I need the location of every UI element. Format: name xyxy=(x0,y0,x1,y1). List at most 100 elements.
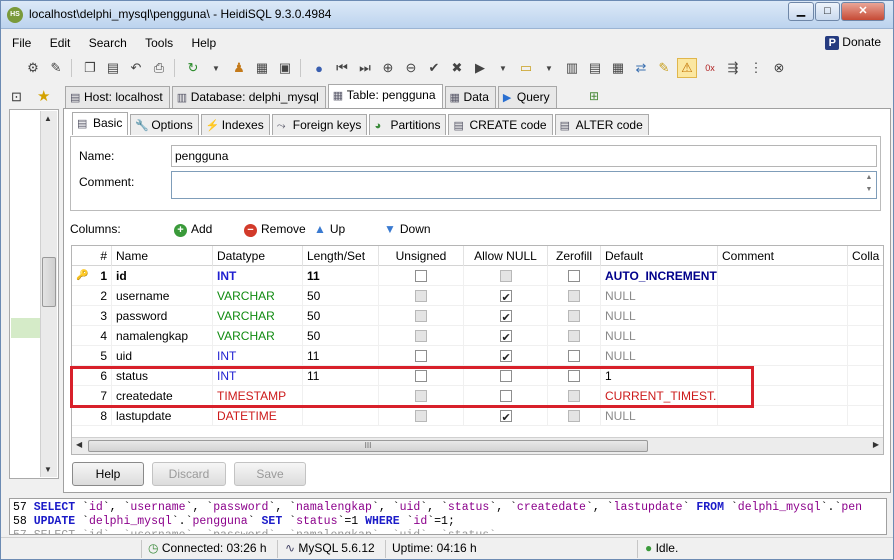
add-column-button[interactable]: + Add xyxy=(174,222,212,237)
zerofill-checkbox-cell[interactable] xyxy=(548,266,601,286)
cell-length[interactable]: 50 xyxy=(303,286,379,306)
sql-log[interactable]: 57 SELECT `id`, `username`, `password`, … xyxy=(9,498,887,535)
cell-collation[interactable] xyxy=(848,306,883,326)
comment-spin-icon[interactable]: ▲ ▼ xyxy=(862,172,876,198)
help-button[interactable]: Help xyxy=(72,462,144,486)
menu-search[interactable]: Search xyxy=(86,34,130,52)
remove-column-button[interactable]: − Remove xyxy=(244,222,306,237)
allow-null-checkbox[interactable] xyxy=(499,308,512,325)
run-dropdown-icon[interactable]: ▼ xyxy=(493,58,513,78)
first-icon[interactable]: ⏮ xyxy=(332,58,352,78)
unsigned-checkbox-cell[interactable] xyxy=(379,326,464,346)
cell-comment[interactable] xyxy=(718,406,848,426)
col-header-allow-null[interactable]: Allow NULL xyxy=(464,246,548,266)
unsigned-checkbox[interactable] xyxy=(415,349,427,362)
explain-dropdown-icon[interactable]: ▼ xyxy=(539,58,559,78)
table-row[interactable]: 2 usernameVARCHAR50 NULL xyxy=(72,286,883,306)
users-icon[interactable]: ♟ xyxy=(229,58,249,78)
save-button[interactable]: Save xyxy=(234,462,306,486)
cell-collation[interactable] xyxy=(848,346,883,366)
clear-icon[interactable]: 0x xyxy=(700,58,720,78)
cell-datatype[interactable]: VARCHAR xyxy=(213,306,303,326)
cell-collation[interactable] xyxy=(848,286,883,306)
cell-length[interactable]: 50 xyxy=(303,306,379,326)
add-icon[interactable]: ⊕ xyxy=(378,58,398,78)
tree-selection[interactable] xyxy=(11,318,41,338)
grid-scroll-thumb[interactable]: III xyxy=(88,440,648,452)
allow-null-checkbox-cell[interactable] xyxy=(464,306,548,326)
menu-tools[interactable]: Tools xyxy=(142,34,176,52)
zerofill-checkbox-cell[interactable] xyxy=(548,326,601,346)
connect-icon[interactable]: ⚙ xyxy=(23,58,43,78)
unsigned-checkbox-cell[interactable] xyxy=(379,346,464,366)
favorite-star-icon[interactable]: ★ xyxy=(37,87,50,105)
tab-query[interactable]: ▶ Query xyxy=(497,86,557,108)
discard-button[interactable]: Discard xyxy=(152,462,226,486)
print-icon[interactable]: ⎙ xyxy=(149,58,169,78)
more-icon[interactable]: ⋮ xyxy=(746,58,766,78)
cell-comment[interactable] xyxy=(718,286,848,306)
col-header-name[interactable]: Name xyxy=(112,246,213,266)
col-header-collation[interactable]: Colla xyxy=(848,246,883,266)
tab-host[interactable]: ▤ Host: localhost xyxy=(65,86,170,108)
cell-comment[interactable] xyxy=(718,346,848,366)
menu-edit[interactable]: Edit xyxy=(47,34,74,52)
undo-icon[interactable]: ↶ xyxy=(126,58,146,78)
col-header-length[interactable]: Length/Set xyxy=(303,246,379,266)
row-number[interactable]: 3 xyxy=(72,306,112,326)
allow-null-checkbox-cell[interactable] xyxy=(464,346,548,366)
col-header-comment[interactable]: Comment xyxy=(718,246,848,266)
subtab-partitions[interactable]: ◕ Partitions xyxy=(369,114,447,135)
cell-name[interactable]: uid xyxy=(112,346,213,366)
tab-table[interactable]: ▦ Table: pengguna xyxy=(327,84,443,108)
run-icon[interactable]: ▶ xyxy=(470,58,490,78)
cell-length[interactable]: 11 xyxy=(303,266,379,286)
cell-name[interactable]: username xyxy=(112,286,213,306)
unsigned-checkbox-cell[interactable] xyxy=(379,306,464,326)
scroll-down-arrow-icon[interactable]: ▼ xyxy=(44,465,52,474)
format-icon[interactable]: ⇄ xyxy=(631,58,651,78)
panel-toggle-icon[interactable]: ⊡ xyxy=(11,89,22,105)
cell-comment[interactable] xyxy=(718,266,848,286)
scroll-right-arrow-icon[interactable]: ▶ xyxy=(873,440,879,449)
apply-icon[interactable]: ✔ xyxy=(424,58,444,78)
cell-name[interactable]: id xyxy=(112,266,213,286)
cell-datatype[interactable]: INT xyxy=(213,346,303,366)
table-row[interactable]: 🔑 1 id INT 11 AUTO_INCREMENT xyxy=(72,266,883,286)
export-icon[interactable]: ▦ xyxy=(252,58,272,78)
cell-comment[interactable] xyxy=(718,306,848,326)
col-header-default[interactable]: Default xyxy=(601,246,718,266)
close-button[interactable]: ✕ xyxy=(841,2,885,21)
table-row[interactable]: 3 passwordVARCHAR50 NULL xyxy=(72,306,883,326)
cell-default[interactable]: NULL xyxy=(601,326,718,346)
table-row[interactable]: 5 uidINT11 NULL xyxy=(72,346,883,366)
subtab-indexes[interactable]: ⚡ Indexes xyxy=(200,114,270,135)
cell-length[interactable]: 11 xyxy=(303,346,379,366)
warning-icon[interactable]: ⚠ xyxy=(677,58,697,78)
cell-length[interactable] xyxy=(303,406,379,426)
refresh-icon[interactable]: ↻ xyxy=(183,58,203,78)
col-header-datatype[interactable]: Datatype xyxy=(213,246,303,266)
cell-datatype[interactable]: DATETIME xyxy=(213,406,303,426)
subtab-create-code[interactable]: ▤ CREATE code xyxy=(448,114,553,135)
cell-comment[interactable] xyxy=(718,326,848,346)
cell-collation[interactable] xyxy=(848,386,883,406)
subtab-foreign-keys[interactable]: ⤳ Foreign keys xyxy=(271,114,368,135)
cell-name[interactable]: namalengkap xyxy=(112,326,213,346)
table-comment-input[interactable] xyxy=(171,171,877,199)
tree-vertical-scrollbar[interactable]: ▲ ▼ xyxy=(40,111,57,477)
copy-icon[interactable]: ❐ xyxy=(80,58,100,78)
allow-null-checkbox[interactable] xyxy=(499,288,512,305)
subtab-alter-code[interactable]: ▤ ALTER code xyxy=(554,114,649,135)
import-icon[interactable]: ▣ xyxy=(275,58,295,78)
table-row[interactable]: 4 namalengkapVARCHAR50 NULL xyxy=(72,326,883,346)
tab-database[interactable]: ▥ Database: delphi_mysql xyxy=(171,86,326,108)
last-icon[interactable]: ⏭ xyxy=(355,58,375,78)
cell-default[interactable]: NULL xyxy=(601,306,718,326)
donate-button[interactable]: P Donate xyxy=(825,35,881,50)
allow-null-checkbox[interactable] xyxy=(499,408,512,425)
cell-collation[interactable] xyxy=(848,406,883,426)
database-tree-panel[interactable]: ▲ ▼ xyxy=(9,109,59,479)
cell-default[interactable]: AUTO_INCREMENT xyxy=(601,266,718,286)
help-icon[interactable]: ● xyxy=(309,58,329,78)
